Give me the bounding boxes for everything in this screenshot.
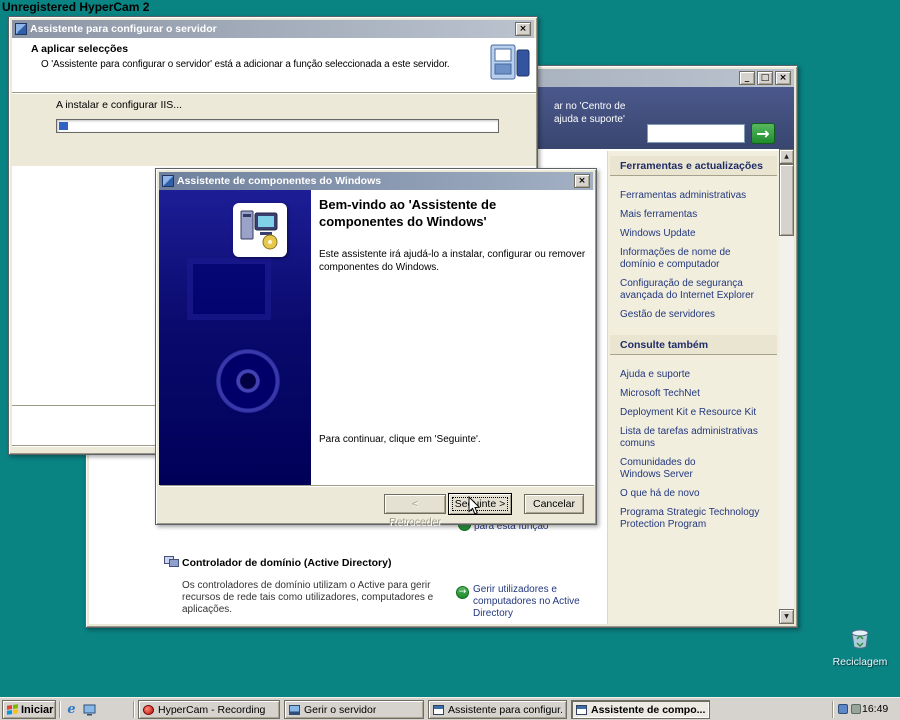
scroll-thumb[interactable] xyxy=(779,164,794,236)
search-caption: ar no 'Centro de ajuda e suporte' xyxy=(554,101,626,125)
wizard-window-icon xyxy=(15,23,27,35)
side-panel: Ferramentas e actualizações Ferramentas … xyxy=(607,151,779,624)
show-desktop-icon[interactable] xyxy=(82,702,97,717)
task-configure-wizard[interactable]: Assistente para configur... xyxy=(428,700,567,719)
start-button[interactable]: Iniciar xyxy=(2,700,56,719)
progress-fill xyxy=(59,122,68,130)
tools-links: Ferramentas administrativas Mais ferrame… xyxy=(608,176,779,321)
domain-controller-icon xyxy=(164,556,179,574)
link-common-tasks[interactable]: Lista de tarefas administrativas comuns xyxy=(620,426,762,450)
task-label: Assistente para configur... xyxy=(448,703,562,716)
wizard-icon xyxy=(576,704,587,715)
configure-server-icon xyxy=(488,40,532,89)
link-technet[interactable]: Microsoft TechNet xyxy=(620,388,762,400)
install-status-text: A instalar e configurar IIS... xyxy=(56,99,183,111)
dc-section-title: Controlador de domínio (Active Directory… xyxy=(182,557,392,569)
dc-manage-users-link[interactable]: Gerir utilizadores e computadores no Act… xyxy=(473,584,593,620)
scroll-down-button[interactable]: ▼ xyxy=(779,609,794,624)
taskbar-separator xyxy=(832,701,834,718)
tray-icon[interactable] xyxy=(851,704,861,714)
welcome-heading: Bem-vindo ao 'Assistente de componentes … xyxy=(319,197,497,229)
components-titlebar: Assistente de componentes do Windows × xyxy=(159,172,593,190)
server-icon xyxy=(289,704,300,715)
ie-glyph: e xyxy=(67,702,76,717)
windows-logo-icon xyxy=(7,704,18,715)
link-stpp[interactable]: Programa Strategic Technology Protection… xyxy=(620,507,762,531)
task-label: HyperCam - Recording xyxy=(158,703,266,716)
link-arrow-icon: → xyxy=(456,586,469,599)
scroll-up-button[interactable]: ▲ xyxy=(779,149,794,164)
dc-section-description: Os controladores de domínio utilizam o A… xyxy=(182,580,434,615)
internet-explorer-icon[interactable]: e xyxy=(64,702,79,717)
wizard-icon xyxy=(433,704,444,715)
restore-button[interactable]: □ xyxy=(757,71,773,85)
progress-title: Assistente para configurar o servidor xyxy=(30,23,217,35)
wizard-description: O 'Assistente para configurar o servidor… xyxy=(41,59,450,70)
computer-cd-icon xyxy=(238,206,282,255)
back-button[interactable]: < Retroceder xyxy=(384,494,446,528)
hypercam-watermark: Unregistered HyperCam 2 xyxy=(2,0,150,14)
components-title: Assistente de componentes do Windows xyxy=(177,175,382,187)
components-window-icon xyxy=(162,175,174,187)
next-button[interactable]: Seguinte > xyxy=(448,493,512,515)
see-also-links: Ajuda e suporte Microsoft TechNet Deploy… xyxy=(608,355,779,531)
taskbar-separator xyxy=(59,701,61,718)
see-also-section-header: Consulte também xyxy=(610,335,777,355)
taskbar-separator xyxy=(133,701,135,718)
header-divider xyxy=(12,92,536,94)
welcome-body-text: Este assistente irá ajudá-lo a instalar,… xyxy=(319,249,586,273)
task-manage-server[interactable]: Gerir o servidor xyxy=(284,700,424,719)
progress-titlebar: Assistente para configurar o servidor × xyxy=(12,20,534,38)
button-row-divider xyxy=(160,485,594,487)
link-communities[interactable]: Comunidades do Windows Server xyxy=(620,457,738,481)
continue-hint-text: Para continuar, clique em 'Seguinte'. xyxy=(319,434,481,445)
task-components-wizard[interactable]: Assistente de compo... xyxy=(571,700,710,719)
wizard-welcome-page: Bem-vindo ao 'Assistente de componentes … xyxy=(159,190,595,485)
wizard-watermark-panel xyxy=(159,190,311,485)
progress-bar xyxy=(56,119,499,133)
watermark-cd-shape xyxy=(215,348,281,414)
tools-section-header: Ferramentas e actualizações xyxy=(610,156,777,176)
link-help-support[interactable]: Ajuda e suporte xyxy=(620,369,762,381)
recycle-bin[interactable]: Reciclagem xyxy=(822,624,898,668)
link-server-management[interactable]: Gestão de servidores xyxy=(620,309,762,321)
link-domain-name-info[interactable]: Informações de nome de domínio e computa… xyxy=(620,247,762,271)
hypercam-icon xyxy=(143,704,154,715)
link-whats-new[interactable]: O que há de novo xyxy=(620,488,762,500)
taskbar: Iniciar e HyperCam - Recording Gerir o s… xyxy=(0,697,900,720)
vertical-scrollbar[interactable]: ▲ ▼ xyxy=(779,149,794,624)
wizard-heading: A aplicar selecções xyxy=(31,43,129,55)
link-admin-tools[interactable]: Ferramentas administrativas xyxy=(620,190,762,202)
link-deployment-kit[interactable]: Deployment Kit e Resource Kit xyxy=(620,407,762,419)
close-button[interactable]: × xyxy=(775,71,791,85)
components-wizard-window: Assistente de componentes do Windows × B… xyxy=(155,168,597,528)
link-ie-security[interactable]: Configuração de segurança avançada do In… xyxy=(620,278,762,302)
search-go-button[interactable]: → xyxy=(751,123,775,144)
computer-graphic-box xyxy=(233,203,287,257)
close-button[interactable]: × xyxy=(574,174,590,188)
link-windows-update[interactable]: Windows Update xyxy=(620,228,762,240)
task-label: Assistente de compo... xyxy=(591,703,705,716)
desktop: Unregistered HyperCam 2 Gerir o servidor… xyxy=(0,0,900,720)
search-input[interactable] xyxy=(647,124,745,143)
recycle-bin-label: Reciclagem xyxy=(832,656,888,668)
minimize-button[interactable]: _ xyxy=(739,71,755,85)
task-label: Gerir o servidor xyxy=(304,703,377,716)
go-arrow-icon: → xyxy=(756,124,770,143)
tray-icon[interactable] xyxy=(838,704,848,714)
watermark-monitor-shape xyxy=(187,258,271,320)
cancel-button[interactable]: Cancelar xyxy=(524,494,584,514)
recycle-bin-icon xyxy=(847,629,873,654)
start-label: Iniciar xyxy=(21,703,54,716)
task-hypercam[interactable]: HyperCam - Recording xyxy=(138,700,280,719)
link-more-tools[interactable]: Mais ferramentas xyxy=(620,209,762,221)
close-button[interactable]: × xyxy=(515,22,531,36)
taskbar-clock: 16:49 xyxy=(862,703,889,715)
